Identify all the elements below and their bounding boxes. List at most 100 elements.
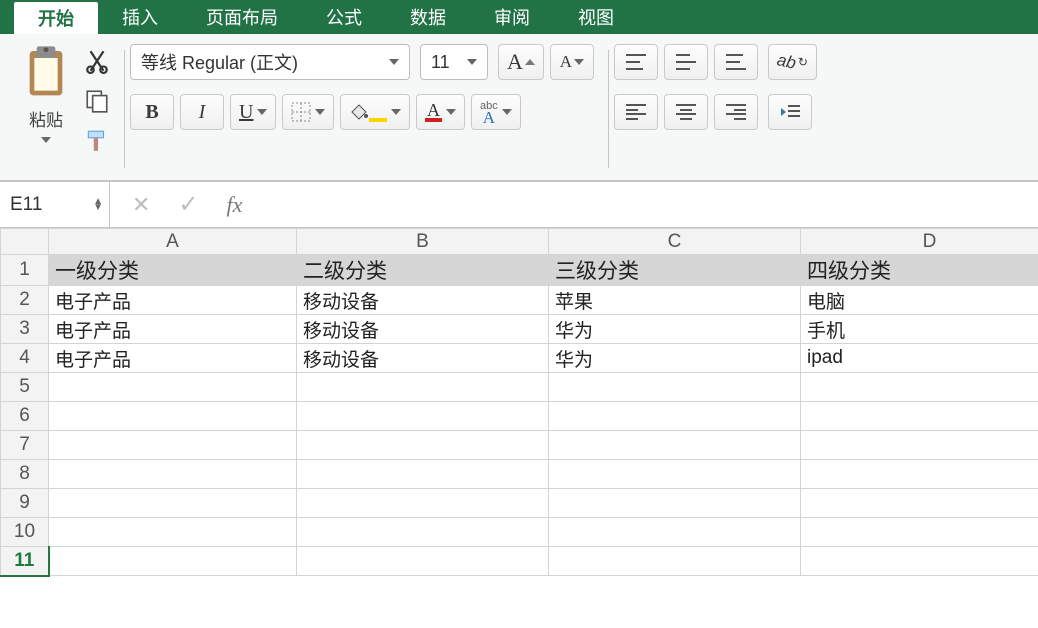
- select-all-corner[interactable]: [1, 229, 49, 255]
- cell[interactable]: [801, 460, 1038, 489]
- tab-home[interactable]: 开始: [14, 2, 98, 34]
- cell[interactable]: [549, 373, 801, 402]
- cell[interactable]: 二级分类: [297, 255, 549, 286]
- decrease-indent-button[interactable]: [768, 94, 812, 130]
- cell[interactable]: [549, 518, 801, 547]
- name-box-spinner[interactable]: ▲ ▼: [93, 199, 103, 211]
- cell[interactable]: [297, 518, 549, 547]
- decrease-font-button[interactable]: A: [550, 44, 594, 80]
- increase-font-button[interactable]: A: [498, 44, 544, 80]
- row-header-1[interactable]: 1: [1, 255, 49, 286]
- cell[interactable]: 移动设备: [297, 344, 549, 373]
- paste-caret-icon[interactable]: [41, 137, 51, 143]
- group-alignment: ab ↻: [608, 44, 831, 180]
- cell[interactable]: [49, 373, 297, 402]
- cell[interactable]: [297, 489, 549, 518]
- cell[interactable]: 四级分类: [801, 255, 1038, 286]
- cell[interactable]: [49, 402, 297, 431]
- cell[interactable]: [549, 431, 801, 460]
- cell[interactable]: 电子产品: [49, 344, 297, 373]
- orientation-button[interactable]: ab ↻: [768, 44, 817, 80]
- name-box[interactable]: E11 ▲ ▼: [0, 182, 110, 227]
- fx-icon[interactable]: fx: [227, 192, 243, 218]
- cell[interactable]: 移动设备: [297, 286, 549, 315]
- cell[interactable]: [549, 489, 801, 518]
- cell[interactable]: [801, 547, 1038, 576]
- row-header-5[interactable]: 5: [1, 373, 49, 402]
- cell[interactable]: 电子产品: [49, 286, 297, 315]
- cell[interactable]: [801, 373, 1038, 402]
- formula-input[interactable]: [264, 182, 1038, 227]
- cell[interactable]: [549, 402, 801, 431]
- cell[interactable]: [801, 402, 1038, 431]
- format-painter-icon[interactable]: [84, 128, 110, 154]
- align-bottom-button[interactable]: [714, 44, 758, 80]
- clipboard-icon[interactable]: [18, 44, 74, 100]
- tab-insert[interactable]: 插入: [98, 0, 182, 34]
- row-header-6[interactable]: 6: [1, 402, 49, 431]
- font-color-button[interactable]: A: [416, 94, 465, 130]
- cell[interactable]: [49, 489, 297, 518]
- cell[interactable]: 三级分类: [549, 255, 801, 286]
- align-top-button[interactable]: [614, 44, 658, 80]
- col-header-B[interactable]: B: [297, 229, 549, 255]
- col-header-C[interactable]: C: [549, 229, 801, 255]
- cell[interactable]: [801, 431, 1038, 460]
- align-center-button[interactable]: [664, 94, 708, 130]
- phonetic-guide-button[interactable]: abc A: [471, 94, 521, 130]
- cell[interactable]: [49, 431, 297, 460]
- cell[interactable]: [801, 489, 1038, 518]
- accept-formula-icon[interactable]: ✓: [178, 190, 198, 219]
- cancel-formula-icon[interactable]: ✕: [132, 192, 150, 218]
- cell[interactable]: 移动设备: [297, 315, 549, 344]
- col-header-A[interactable]: A: [49, 229, 297, 255]
- cell[interactable]: 华为: [549, 344, 801, 373]
- tab-pagelayout[interactable]: 页面布局: [182, 0, 302, 34]
- italic-button[interactable]: I: [180, 94, 224, 130]
- row-header-7[interactable]: 7: [1, 431, 49, 460]
- col-header-D[interactable]: D: [801, 229, 1038, 255]
- cell[interactable]: [297, 460, 549, 489]
- cell[interactable]: 手机: [801, 315, 1038, 344]
- cell[interactable]: [49, 460, 297, 489]
- cell[interactable]: [549, 547, 801, 576]
- cell[interactable]: ipad: [801, 344, 1038, 373]
- paint-bucket-icon: [349, 103, 369, 121]
- cell[interactable]: [297, 373, 549, 402]
- tab-data[interactable]: 数据: [386, 0, 470, 34]
- tab-formulas[interactable]: 公式: [302, 0, 386, 34]
- cell[interactable]: 一级分类: [49, 255, 297, 286]
- row-header-3[interactable]: 3: [1, 315, 49, 344]
- cell[interactable]: [297, 547, 549, 576]
- row-header-2[interactable]: 2: [1, 286, 49, 315]
- row-header-8[interactable]: 8: [1, 460, 49, 489]
- row-header-10[interactable]: 10: [1, 518, 49, 547]
- underline-button[interactable]: U: [230, 94, 276, 130]
- cell[interactable]: [801, 518, 1038, 547]
- bold-button[interactable]: B: [130, 94, 174, 130]
- fill-color-button[interactable]: [340, 94, 410, 130]
- cell[interactable]: 电子产品: [49, 315, 297, 344]
- row-header-4[interactable]: 4: [1, 344, 49, 373]
- ribbon: 粘贴 等线 Regular (正文) 1: [0, 34, 1038, 182]
- row-header-9[interactable]: 9: [1, 489, 49, 518]
- font-size-select[interactable]: 11: [420, 44, 488, 80]
- tab-review[interactable]: 审阅: [470, 0, 554, 34]
- cell[interactable]: [297, 402, 549, 431]
- cell[interactable]: [549, 460, 801, 489]
- copy-icon[interactable]: [84, 88, 110, 114]
- align-middle-button[interactable]: [664, 44, 708, 80]
- tab-view[interactable]: 视图: [554, 0, 638, 34]
- cell[interactable]: [49, 547, 297, 576]
- align-right-button[interactable]: [714, 94, 758, 130]
- row-header-11[interactable]: 11: [1, 547, 49, 576]
- cut-icon[interactable]: [84, 48, 110, 74]
- cell[interactable]: [297, 431, 549, 460]
- cell[interactable]: 电脑: [801, 286, 1038, 315]
- cell[interactable]: 华为: [549, 315, 801, 344]
- borders-button[interactable]: [282, 94, 334, 130]
- font-name-select[interactable]: 等线 Regular (正文): [130, 44, 410, 80]
- cell[interactable]: 苹果: [549, 286, 801, 315]
- align-left-button[interactable]: [614, 94, 658, 130]
- cell[interactable]: [49, 518, 297, 547]
